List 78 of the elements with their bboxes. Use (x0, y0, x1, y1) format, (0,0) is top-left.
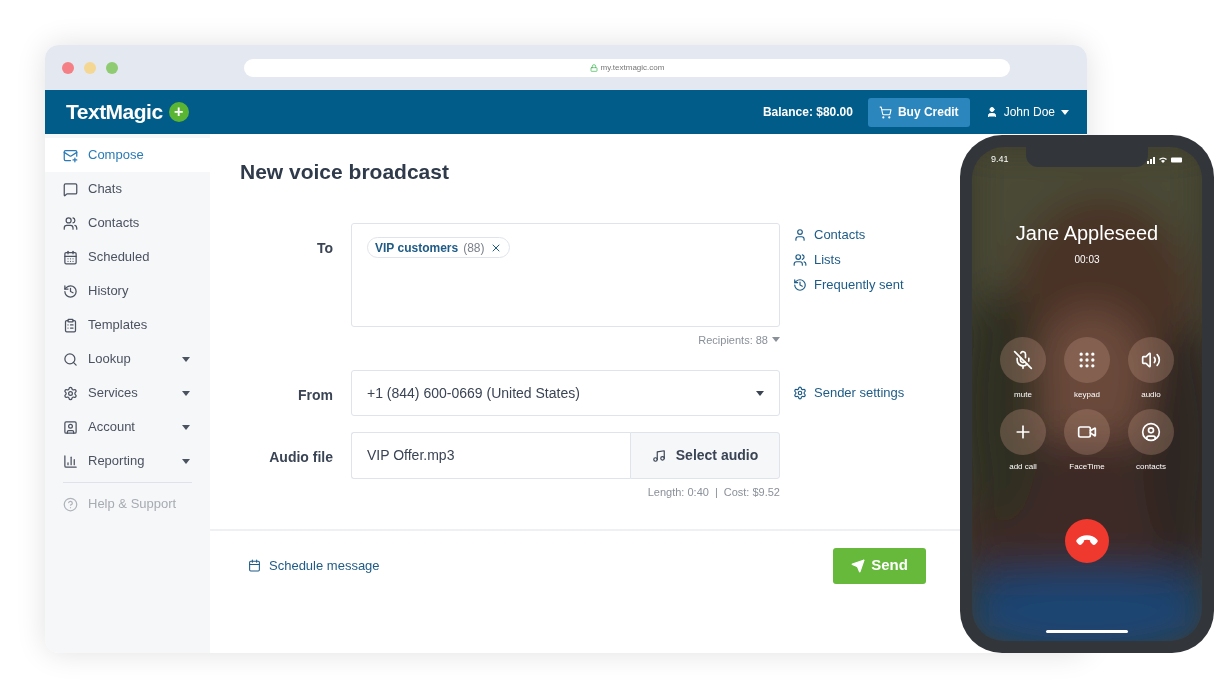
call-control-button[interactable] (1128, 336, 1174, 383)
buy-credit-button[interactable]: Buy Credit (867, 97, 970, 127)
to-label: To (315, 238, 333, 258)
call-duration: 00:03 (1074, 252, 1100, 267)
from-label: From (297, 386, 333, 405)
cart-icon (878, 105, 892, 119)
call-control-label: keypad (1074, 388, 1100, 401)
search-icon (63, 351, 78, 367)
people-icon (793, 252, 807, 267)
call-control-label: FaceTime (1069, 460, 1105, 473)
help-icon (63, 496, 78, 512)
mail-plus-icon (63, 147, 78, 163)
bar-chart-icon (63, 453, 78, 469)
music-note-icon (651, 448, 666, 463)
caret-icon (182, 356, 190, 362)
sidebar-item[interactable]: Compose (45, 138, 210, 172)
separator-text: | (714, 485, 718, 500)
audio-file-label: Audio file (268, 448, 333, 467)
caret-icon (1061, 109, 1069, 115)
user-circle-icon (1141, 421, 1161, 442)
recipient-source-link[interactable]: Lists (793, 249, 841, 270)
caret-icon (756, 390, 764, 396)
caller-name: Jane Appleseed (1015, 220, 1159, 246)
caret-icon (182, 424, 190, 430)
user-card-icon (63, 419, 78, 435)
call-control-label: add call (1009, 460, 1037, 473)
caret-icon (182, 390, 190, 396)
muted-microphone-icon (1013, 349, 1033, 370)
status-time: 9.41 (991, 153, 1009, 166)
chat-icon (63, 181, 78, 197)
user-menu[interactable]: John Doe (985, 103, 1069, 121)
call-control-button[interactable] (1064, 408, 1110, 455)
lock-icon (589, 63, 598, 72)
sender-settings-link[interactable]: Sender settings (793, 384, 905, 402)
call-control-button[interactable] (1000, 336, 1046, 383)
page-title: New voice broadcast (240, 159, 449, 185)
speaker-icon (1141, 349, 1161, 370)
call-control-button[interactable] (1128, 408, 1174, 455)
address-bar[interactable]: my.textmagic.com (244, 58, 1010, 77)
history-icon (63, 283, 78, 299)
select-audio-button[interactable]: Select audio (630, 432, 780, 479)
logo-text: TextMagic (66, 99, 163, 126)
sidebar-item[interactable]: Lookup (45, 342, 210, 376)
user-icon (985, 106, 998, 118)
balance-text: Balance: $80.00 (762, 104, 853, 121)
call-control-label: audio (1141, 388, 1161, 401)
status-icons (1147, 155, 1183, 164)
caret-icon (772, 337, 780, 343)
sidebar-item[interactable]: Services (45, 376, 210, 410)
calendar-icon (248, 559, 261, 572)
call-control-button[interactable] (1000, 408, 1046, 455)
url-text: my.textmagic.com (600, 61, 665, 74)
calendar-icon (63, 249, 78, 265)
user-icon (793, 227, 807, 242)
recipient-source-link[interactable]: Frequently sent (793, 274, 904, 295)
clipboard-icon (63, 317, 78, 333)
audio-cost: Cost: $9.52 (723, 485, 780, 500)
call-control-label: contacts (1136, 460, 1166, 473)
sidebar-item[interactable]: Contacts (45, 206, 210, 240)
sender-select[interactable]: +1 (844) 600-0669 (United States) (351, 370, 780, 416)
caret-icon (182, 458, 190, 464)
send-icon (851, 558, 866, 573)
schedule-message-link[interactable]: Schedule message (248, 555, 380, 576)
audio-length: Length: 0:40 (647, 485, 709, 500)
settings-icon (793, 386, 807, 400)
recipients-field[interactable]: VIP customers (88) (351, 222, 780, 327)
settings-icon (63, 385, 78, 401)
people-icon (63, 215, 78, 231)
sidebar-item[interactable]: Chats (45, 172, 210, 206)
audio-file-field[interactable]: VIP Offer.mp3 (351, 432, 630, 479)
call-control-label: mute (1014, 388, 1032, 401)
history-icon (793, 277, 807, 292)
sidebar-item[interactable]: Templates (45, 308, 210, 342)
recipient-source-link[interactable]: Contacts (793, 224, 866, 245)
sidebar-item[interactable]: History (45, 274, 210, 308)
sidebar-item[interactable]: Reporting (45, 444, 210, 478)
sidebar-item[interactable]: Account (45, 410, 210, 444)
sidebar-item[interactable]: Scheduled (45, 240, 210, 274)
